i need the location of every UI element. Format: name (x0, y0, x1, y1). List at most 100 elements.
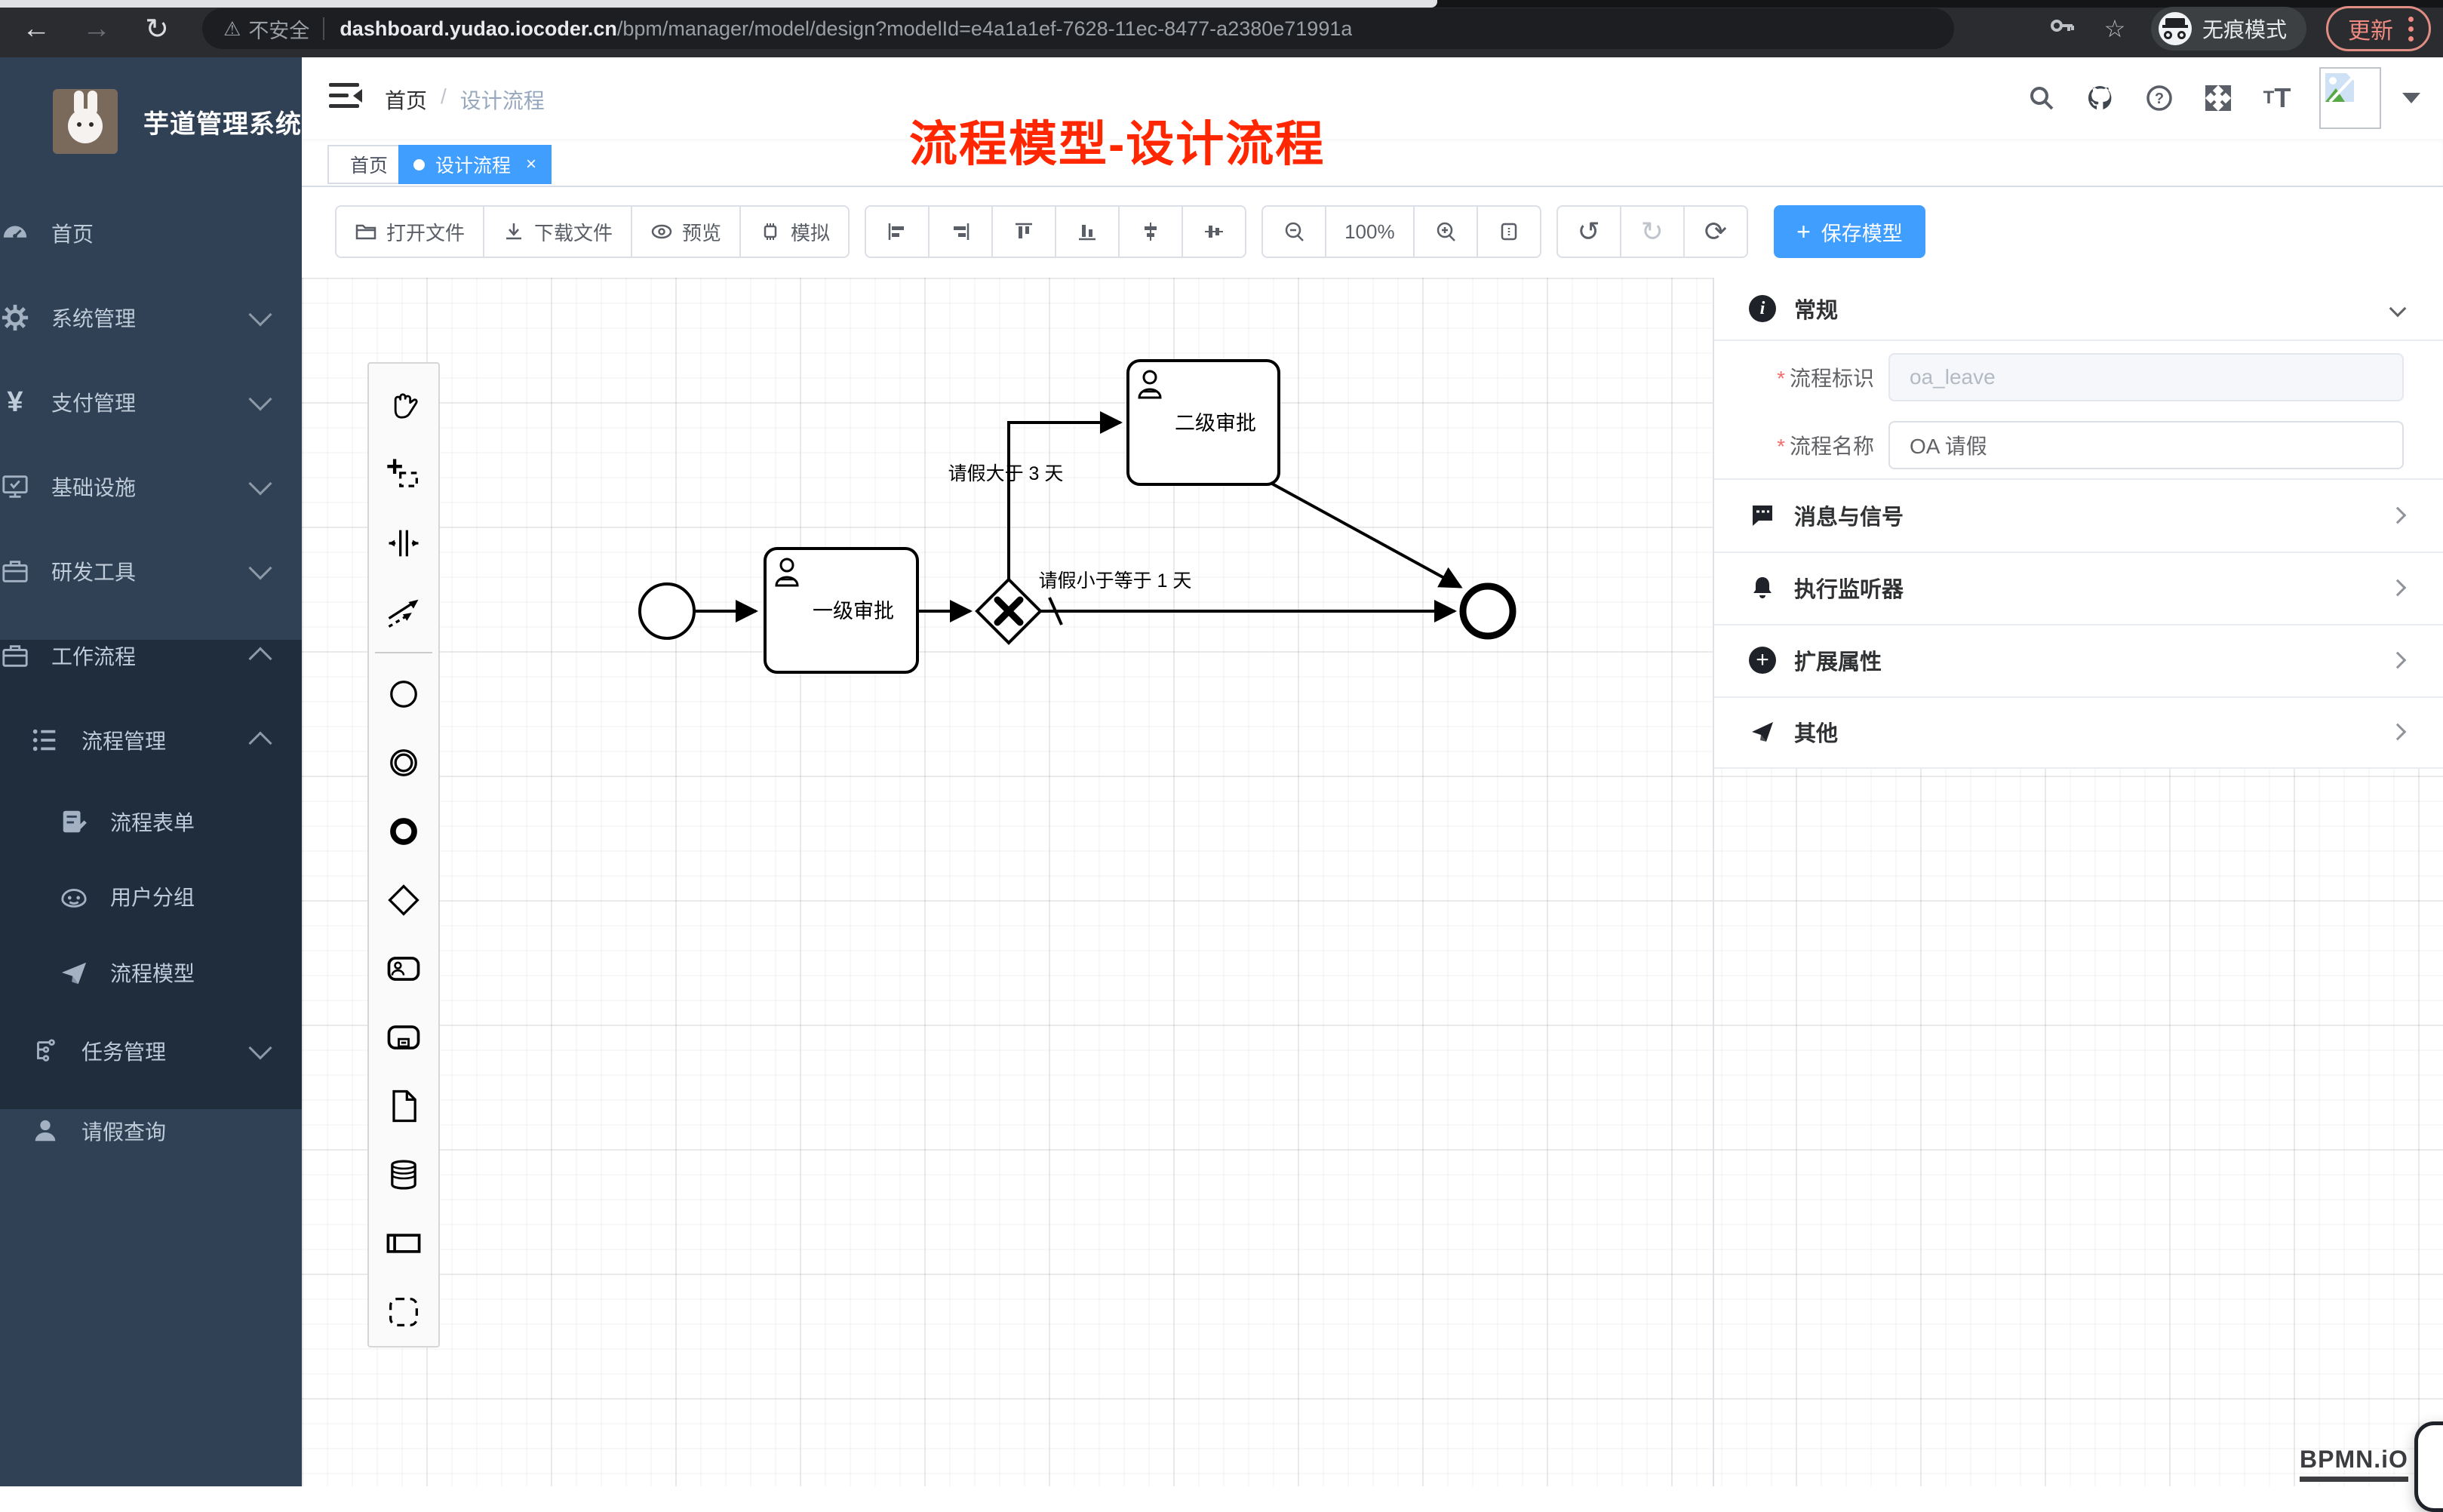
section-extended-attributes[interactable]: + 扩展属性 (1714, 624, 2443, 696)
start-event[interactable] (640, 584, 694, 638)
user-task-palette-icon[interactable] (367, 934, 440, 1003)
gateway-icon[interactable] (367, 865, 440, 934)
flow-task2-end[interactable] (1271, 483, 1461, 587)
space-tool-icon[interactable] (367, 509, 440, 577)
align-center-button[interactable] (1182, 205, 1246, 258)
data-store-icon[interactable] (367, 1140, 440, 1209)
flow-label-gt3[interactable]: 请假大于 3 天 (948, 463, 1064, 484)
process-key-input[interactable] (1888, 353, 2404, 401)
sidebar-item-process-form[interactable]: 流程表单 (0, 780, 302, 863)
sidebar-item-user-group[interactable]: 用户分组 (0, 855, 302, 938)
align-top-button[interactable] (991, 205, 1056, 258)
zoom-reset-button[interactable] (1477, 205, 1541, 258)
form-edit-icon (59, 807, 89, 837)
font-size-icon[interactable]: TT (2260, 81, 2294, 115)
open-file-button[interactable]: 打开文件 (335, 205, 484, 258)
person-icon (30, 1116, 60, 1146)
browser-active-tab-sliver (0, 0, 1437, 8)
bookmark-star-icon[interactable]: ☆ (2098, 14, 2131, 43)
reload-icon[interactable]: ↻ (137, 9, 177, 48)
update-label[interactable]: 更新 (2348, 12, 2393, 45)
sidebar-item-workflow[interactable]: 工作流程 (0, 614, 302, 697)
data-object-icon[interactable] (367, 1071, 440, 1140)
sidebar-item-devtools[interactable]: 研发工具 (0, 530, 302, 613)
back-icon[interactable]: ← (17, 9, 56, 48)
fullscreen-icon[interactable] (2202, 81, 2235, 115)
sidebar-item-task-mgmt[interactable]: 任务管理 (0, 1010, 302, 1093)
security-label[interactable]: 不安全 (248, 14, 309, 44)
gear-icon (0, 303, 30, 333)
user-task-level2[interactable]: 二级审批 (1128, 361, 1279, 484)
simulate-button[interactable]: 模拟 (739, 205, 850, 258)
connect-tool-icon[interactable] (367, 577, 440, 646)
align-middle-button[interactable] (1118, 205, 1183, 258)
sidebar-item-leave-query[interactable]: 请假查询 (0, 1089, 302, 1172)
sidebar-item-system[interactable]: 系统管理 (0, 276, 302, 359)
intermediate-event-icon[interactable] (367, 728, 440, 797)
floating-widget-corner[interactable] (2414, 1421, 2443, 1512)
search-icon[interactable] (2025, 81, 2058, 115)
palette-separator (375, 652, 432, 653)
start-event-icon[interactable] (367, 659, 440, 728)
password-key-icon[interactable] (2045, 12, 2079, 45)
section-messages-signals[interactable]: 消息与信号 (1714, 478, 2443, 552)
url-path: /bpm/manager/model/design?modelId=e4a1a1… (617, 17, 1352, 41)
update-button[interactable]: 更新 (2326, 6, 2431, 51)
redo-button[interactable]: ↻ (1620, 205, 1685, 258)
align-right-button[interactable] (928, 205, 993, 258)
download-file-button[interactable]: 下载文件 (483, 205, 632, 258)
preview-button[interactable]: 预览 (631, 205, 741, 258)
undo-button[interactable]: ↺ (1556, 205, 1621, 258)
end-event[interactable] (1463, 586, 1513, 636)
chevron-down-icon (248, 556, 272, 579)
monitor-icon (0, 472, 30, 502)
process-key-label: *流程标识 (1714, 362, 1874, 392)
subprocess-icon[interactable] (367, 1003, 440, 1071)
breadcrumb: 首页 / 设计流程 (385, 85, 545, 115)
tab-design-process[interactable]: 设计流程 × (398, 145, 552, 184)
zoom-out-button[interactable] (1261, 205, 1326, 258)
align-bottom-button[interactable] (1055, 205, 1120, 258)
github-icon[interactable] (2084, 81, 2117, 115)
process-name-input[interactable] (1888, 421, 2404, 469)
sidebar-item-payment[interactable]: ¥ 支付管理 (0, 361, 302, 444)
sidebar-item-infrastructure[interactable]: 基础设施 (0, 445, 302, 528)
section-other[interactable]: 其他 (1714, 696, 2443, 767)
plus-circle-icon: + (1749, 647, 1776, 674)
flow-label-le1[interactable]: 请假小于等于 1 天 (1039, 570, 1192, 592)
sidebar-item-process-mgmt[interactable]: 流程管理 (0, 699, 302, 782)
chevron-right-icon (2389, 506, 2407, 524)
save-model-button[interactable]: + 保存模型 (1774, 205, 1925, 258)
sidebar-item-home[interactable]: 首页 (0, 192, 302, 275)
sidebar-toggle-icon[interactable] (329, 80, 362, 113)
paper-plane-icon (59, 957, 89, 988)
participant-icon[interactable] (367, 1209, 440, 1277)
designer-toolbar: 打开文件 下载文件 预览 模拟 100% (302, 187, 2443, 278)
user-task-level1[interactable]: 一级审批 (765, 549, 917, 672)
browser-menu-icon[interactable] (2408, 17, 2414, 41)
align-left-button[interactable] (865, 205, 930, 258)
section-general[interactable]: i 常规 (1714, 278, 2443, 340)
group-icon[interactable] (367, 1277, 440, 1346)
breadcrumb-home[interactable]: 首页 (385, 85, 427, 115)
zoom-in-button[interactable] (1413, 205, 1478, 258)
bpmn-io-watermark[interactable]: BPMN.iO (2300, 1446, 2408, 1482)
avatar[interactable] (2319, 67, 2381, 129)
app-logo-row[interactable]: 芋道管理系统 (0, 57, 302, 186)
url-bar[interactable]: ⚠ 不安全 dashboard.yudao.iocoder.cn /bpm/ma… (202, 8, 1954, 49)
sidebar-item-process-model[interactable]: 流程模型 (0, 931, 302, 1014)
hand-tool-icon[interactable] (367, 371, 440, 440)
bpmn-canvas[interactable]: 一级审批 请假大于 3 天 二级审批 请假小于等 (302, 278, 2443, 1486)
section-execution-listeners[interactable]: 执行监听器 (1714, 552, 2443, 624)
flow-gateway-task2[interactable] (1009, 423, 1120, 579)
svg-text:?: ? (2155, 91, 2164, 107)
help-icon[interactable]: ? (2143, 81, 2176, 115)
close-icon[interactable]: × (526, 154, 536, 175)
lasso-tool-icon[interactable] (367, 440, 440, 509)
avatar-dropdown-caret[interactable] (2402, 93, 2420, 103)
restart-button[interactable]: ⟳ (1683, 205, 1748, 258)
exclusive-gateway[interactable] (977, 579, 1040, 643)
bpmn-palette (367, 362, 440, 1348)
forward-icon[interactable]: → (77, 9, 116, 48)
end-event-icon[interactable] (367, 797, 440, 865)
